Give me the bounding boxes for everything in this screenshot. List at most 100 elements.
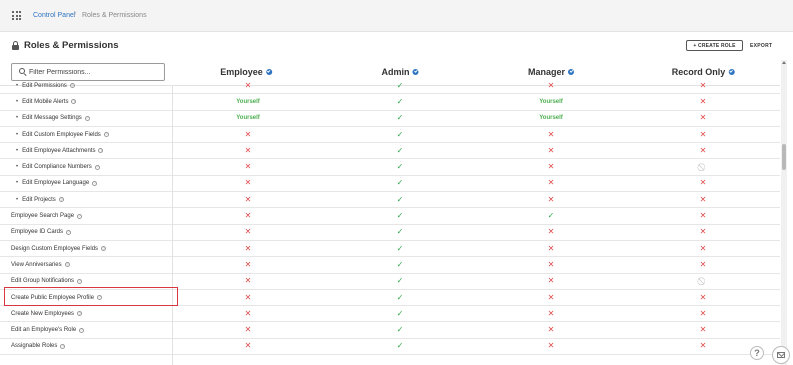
permission-label[interactable]: Edit Group Notifications xyxy=(11,278,83,284)
permission-label[interactable]: • Edit Compliance Numbers xyxy=(16,164,100,170)
breadcrumb-control-panel[interactable]: Control Panel xyxy=(33,12,75,19)
x-icon-manager[interactable]: ✕ xyxy=(548,179,555,187)
x-icon-manager[interactable]: ✕ xyxy=(548,260,555,269)
x-icon-record-only[interactable]: ✕ xyxy=(700,244,707,253)
x-icon-record-only[interactable]: ✕ xyxy=(700,326,707,334)
help-icon[interactable] xyxy=(98,148,104,154)
column-header-manager[interactable]: Manager xyxy=(528,67,575,77)
help-icon[interactable] xyxy=(103,131,109,138)
check-icon-admin[interactable]: ✓ xyxy=(397,114,404,122)
check-icon-admin[interactable]: ✓ xyxy=(397,195,404,204)
x-icon-employee[interactable]: ✕ xyxy=(245,195,252,204)
x-icon-manager[interactable]: ✕ xyxy=(548,130,555,139)
help-button[interactable]: ? xyxy=(750,346,764,360)
x-icon-employee[interactable]: ✕ xyxy=(245,81,252,90)
check-icon-admin[interactable]: ✓ xyxy=(397,277,404,285)
x-icon-record-only[interactable]: ✕ xyxy=(700,228,707,236)
create-role-button[interactable]: + CREATE ROLE xyxy=(686,40,743,51)
help-icon[interactable] xyxy=(66,229,72,235)
x-icon-employee[interactable]: ✕ xyxy=(245,309,252,318)
check-icon-admin[interactable]: ✓ xyxy=(397,81,404,90)
check-icon-admin[interactable]: ✓ xyxy=(397,163,404,171)
x-icon-manager[interactable]: ✕ xyxy=(548,326,555,334)
check-icon-admin[interactable]: ✓ xyxy=(397,179,404,187)
help-icon[interactable] xyxy=(64,262,70,268)
x-icon-employee[interactable]: ✕ xyxy=(245,179,252,187)
x-icon-manager[interactable]: ✕ xyxy=(548,293,555,302)
check-icon-admin[interactable]: ✓ xyxy=(397,326,404,334)
x-icon-record-only[interactable]: ✕ xyxy=(700,81,707,90)
message-button[interactable] xyxy=(772,346,790,364)
permission-label[interactable]: • Edit Permissions xyxy=(16,83,75,89)
help-icon[interactable] xyxy=(69,83,75,89)
yourself-label-employee[interactable]: Yourself xyxy=(236,115,260,121)
help-icon[interactable] xyxy=(92,180,98,186)
scroll-up-arrow-icon[interactable] xyxy=(782,61,786,64)
x-icon-record-only[interactable]: ✕ xyxy=(700,195,707,204)
x-icon-employee[interactable]: ✕ xyxy=(245,130,252,139)
help-icon[interactable] xyxy=(58,197,64,203)
x-icon-manager[interactable]: ✕ xyxy=(548,163,555,171)
x-icon-record-only[interactable]: ✕ xyxy=(700,309,707,318)
x-icon-manager[interactable]: ✕ xyxy=(548,146,555,155)
x-icon-record-only[interactable]: ✕ xyxy=(700,130,707,139)
filter-permissions-input[interactable] xyxy=(29,66,159,78)
check-icon-admin[interactable]: ✓ xyxy=(397,260,404,269)
x-icon-record-only[interactable]: ✕ xyxy=(700,342,707,350)
x-icon-employee[interactable]: ✕ xyxy=(245,260,252,269)
help-icon[interactable] xyxy=(84,115,90,121)
permission-label[interactable]: • Edit Projects xyxy=(16,197,64,203)
help-icon[interactable] xyxy=(77,213,83,219)
check-icon-admin[interactable]: ✓ xyxy=(397,212,404,220)
check-icon-admin[interactable]: ✓ xyxy=(397,228,404,236)
yourself-label-manager[interactable]: Yourself xyxy=(539,115,563,121)
check-icon-admin[interactable]: ✓ xyxy=(397,293,404,302)
check-icon-admin[interactable]: ✓ xyxy=(397,97,404,106)
export-button[interactable]: EXPORT xyxy=(750,43,772,49)
x-icon-manager[interactable]: ✕ xyxy=(548,228,555,236)
help-icon[interactable] xyxy=(77,311,83,317)
check-icon-admin[interactable]: ✓ xyxy=(397,146,404,155)
apps-grid-icon[interactable] xyxy=(12,11,21,20)
permission-label[interactable]: • Edit Message Settings xyxy=(16,115,90,121)
check-icon-admin[interactable]: ✓ xyxy=(397,342,404,350)
help-icon[interactable] xyxy=(77,278,83,284)
x-icon-manager[interactable]: ✕ xyxy=(548,277,555,285)
x-icon-record-only[interactable]: ✕ xyxy=(700,293,707,302)
permission-label[interactable]: Employee ID Cards xyxy=(11,229,72,235)
permission-label[interactable]: Assignable Roles xyxy=(11,343,66,349)
permission-label[interactable]: View Anniversaries xyxy=(11,262,70,268)
x-icon-record-only[interactable]: ✕ xyxy=(700,114,707,122)
permission-label[interactable]: Edit an Employee's Role xyxy=(11,327,85,333)
help-icon[interactable] xyxy=(71,99,77,105)
x-icon-employee[interactable]: ✕ xyxy=(245,228,252,236)
x-icon-record-only[interactable]: ✕ xyxy=(700,97,707,106)
help-icon[interactable] xyxy=(101,246,107,252)
x-icon-employee[interactable]: ✕ xyxy=(245,342,252,350)
x-icon-employee[interactable]: ✕ xyxy=(245,146,252,155)
help-icon[interactable] xyxy=(79,327,85,333)
column-header-record-only[interactable]: Record Only xyxy=(672,67,735,77)
x-icon-manager[interactable]: ✕ xyxy=(548,244,555,253)
x-icon-employee[interactable]: ✕ xyxy=(245,277,252,285)
x-icon-employee[interactable]: ✕ xyxy=(245,293,252,302)
permission-label[interactable]: Create New Employees xyxy=(11,311,83,317)
x-icon-manager[interactable]: ✕ xyxy=(548,342,555,350)
x-icon-manager[interactable]: ✕ xyxy=(548,81,555,90)
check-icon-admin[interactable]: ✓ xyxy=(397,130,404,139)
check-icon-admin[interactable]: ✓ xyxy=(397,309,404,318)
help-icon[interactable] xyxy=(60,343,66,349)
check-icon-manager[interactable]: ✓ xyxy=(548,212,555,220)
x-icon-record-only[interactable]: ✕ xyxy=(700,179,707,187)
permission-label[interactable]: Design Custom Employee Fields xyxy=(11,246,107,252)
x-icon-record-only[interactable]: ✕ xyxy=(700,146,707,155)
check-icon-admin[interactable]: ✓ xyxy=(397,244,404,253)
column-header-admin[interactable]: Admin xyxy=(382,67,419,77)
x-icon-record-only[interactable]: ✕ xyxy=(700,260,707,269)
x-icon-record-only[interactable]: ✕ xyxy=(700,212,707,220)
yourself-label-employee[interactable]: Yourself xyxy=(236,99,260,105)
scrollbar-thumb[interactable] xyxy=(782,144,786,170)
x-icon-manager[interactable]: ✕ xyxy=(548,195,555,204)
help-icon[interactable] xyxy=(94,164,100,170)
scrollbar[interactable] xyxy=(781,60,787,365)
